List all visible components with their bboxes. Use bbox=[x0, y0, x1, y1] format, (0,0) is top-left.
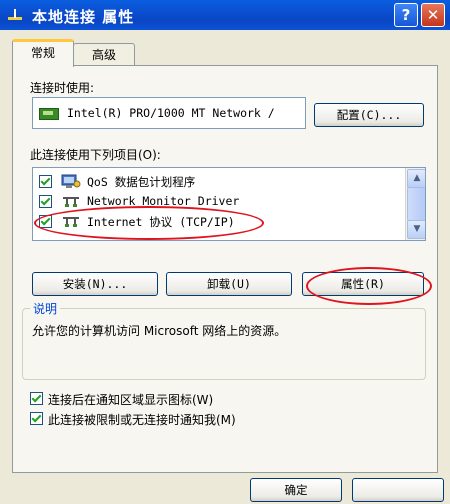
qos-checkbox[interactable] bbox=[39, 175, 52, 188]
install-button-label: 安装(N)... bbox=[62, 277, 128, 291]
notify-label: 此连接被限制或无连接时通知我(M) bbox=[48, 413, 236, 427]
ok-button-label: 确定 bbox=[284, 483, 308, 497]
properties-button[interactable]: 属性(R) bbox=[302, 272, 424, 296]
qos-label: QoS 数据包计划程序 bbox=[87, 175, 196, 189]
show-icon-checkbox[interactable] bbox=[30, 392, 43, 405]
tcpip-label: Internet 协议 (TCP/IP) bbox=[87, 215, 235, 229]
network-monitor-label: Network Monitor Driver bbox=[87, 194, 240, 208]
components-list[interactable]: QoS 数据包计划程序 Network Monitor Driver Inter… bbox=[32, 167, 426, 241]
scroll-down-arrow-icon[interactable]: ▼ bbox=[407, 220, 425, 239]
tab-general[interactable]: 常规 bbox=[12, 39, 74, 67]
connect-using-label: 连接时使用: bbox=[30, 81, 95, 95]
network-adapter-icon bbox=[39, 108, 59, 120]
configure-button[interactable]: 配置(C)... bbox=[314, 103, 424, 127]
close-button[interactable]: ✕ bbox=[421, 3, 445, 27]
help-button[interactable]: ? bbox=[394, 3, 418, 27]
description-title: 说明 bbox=[30, 300, 61, 317]
uninstall-button[interactable]: 卸载(U) bbox=[166, 272, 292, 296]
uninstall-button-label: 卸载(U) bbox=[207, 277, 251, 291]
network-monitor-checkbox[interactable] bbox=[39, 195, 52, 208]
title-bar[interactable]: 本地连接 属性 ? ✕ bbox=[0, 0, 450, 30]
tab-advanced[interactable]: 高级 bbox=[73, 43, 135, 66]
list-item-network-monitor[interactable]: Network Monitor Driver bbox=[37, 192, 397, 210]
scrollbar-thumb[interactable] bbox=[407, 187, 425, 221]
install-button[interactable]: 安装(N)... bbox=[32, 272, 158, 296]
network-protocol-icon bbox=[63, 217, 79, 227]
components-label: 此连接使用下列项目(O): bbox=[30, 148, 161, 162]
qos-scheduler-icon bbox=[61, 174, 81, 188]
list-item-tcpip[interactable]: Internet 协议 (TCP/IP) bbox=[37, 212, 397, 230]
notify-checkbox[interactable] bbox=[30, 412, 43, 425]
tcpip-checkbox[interactable] bbox=[39, 215, 52, 228]
network-protocol-icon bbox=[63, 197, 79, 207]
properties-button-label: 属性(R) bbox=[341, 277, 385, 291]
cancel-button[interactable] bbox=[352, 478, 444, 502]
description-text: 允许您的计算机访问 Microsoft 网络上的资源。 bbox=[32, 324, 287, 338]
adapter-field: Intel(R) PRO/1000 MT Network / bbox=[32, 97, 306, 129]
ok-button[interactable]: 确定 bbox=[250, 478, 342, 502]
configure-button-label: 配置(C)... bbox=[336, 108, 402, 122]
list-item-qos[interactable]: QoS 数据包计划程序 bbox=[37, 172, 397, 190]
list-scrollbar[interactable]: ▲ ▼ bbox=[405, 168, 425, 240]
window-title: 本地连接 属性 bbox=[32, 8, 135, 26]
properties-dialog: 本地连接 属性 ? ✕ 常规 高级 连接时使用: Intel(R) PRO/10… bbox=[0, 0, 450, 504]
network-connection-icon bbox=[8, 9, 22, 20]
description-group bbox=[22, 308, 426, 380]
adapter-name: Intel(R) PRO/1000 MT Network / bbox=[67, 106, 275, 120]
show-icon-label: 连接后在通知区域显示图标(W) bbox=[48, 393, 214, 407]
scroll-up-arrow-icon[interactable]: ▲ bbox=[407, 169, 425, 188]
